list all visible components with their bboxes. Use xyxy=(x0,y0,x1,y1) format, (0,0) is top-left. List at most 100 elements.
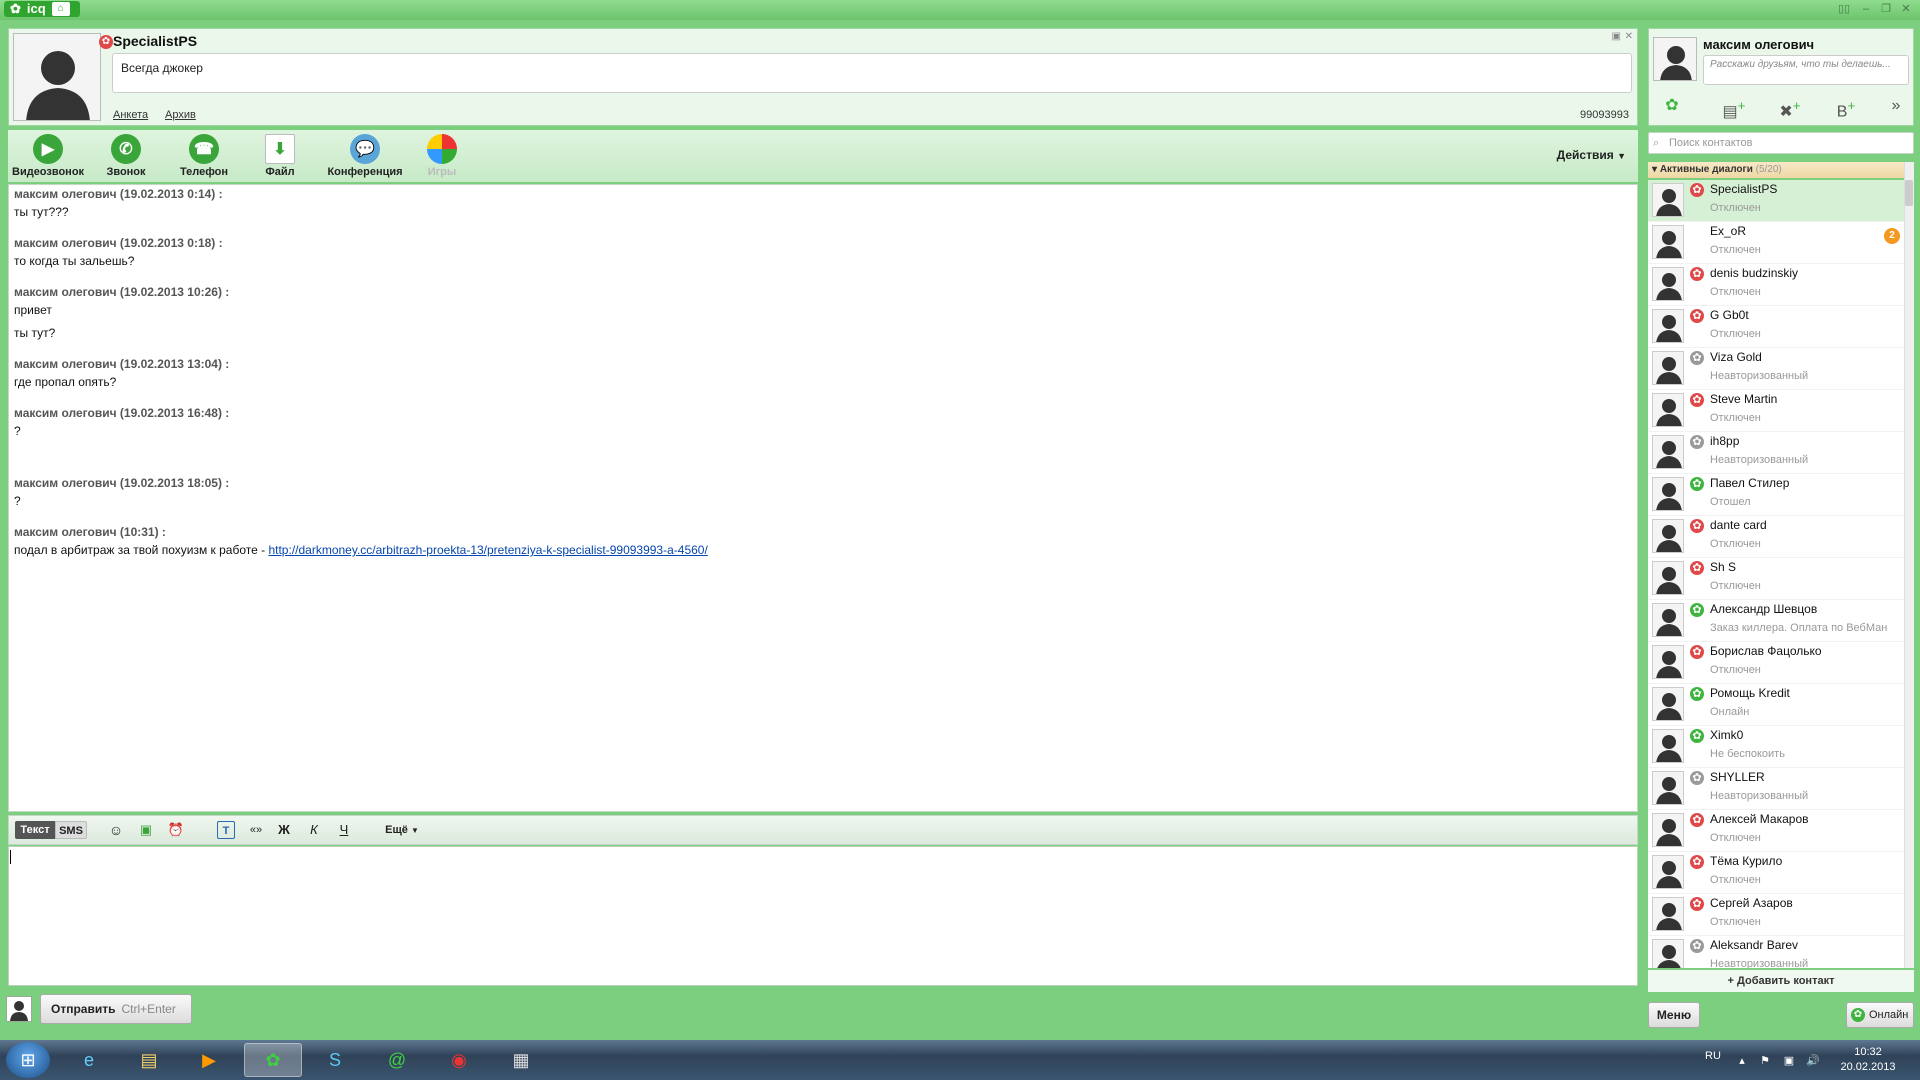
add-account-icon[interactable]: ▤+ xyxy=(1719,93,1749,120)
layout-toggle-icon[interactable]: ▯▯ xyxy=(1836,2,1852,16)
send-button[interactable]: Отправить Ctrl+Enter xyxy=(40,994,192,1024)
contact-item[interactable]: ✿ Тёма Курило Отключен xyxy=(1648,852,1904,894)
contact-item[interactable]: ✿ SHYLLER Неавторизованный xyxy=(1648,768,1904,810)
call-button[interactable]: ✆ Звонок xyxy=(90,130,162,182)
my-avatar-small[interactable] xyxy=(6,996,32,1022)
search-input[interactable]: ⌕ Поиск контактов xyxy=(1648,132,1914,154)
contact-item[interactable]: ✿ Борислав Фацолько Отключен xyxy=(1648,642,1904,684)
contact-item[interactable]: ✿ Павел Стилер Отошел xyxy=(1648,474,1904,516)
mail-agent-icon[interactable]: @ xyxy=(368,1043,426,1077)
close-icon[interactable]: ✕ xyxy=(1898,2,1914,16)
language-indicator[interactable]: RU xyxy=(1705,1050,1721,1062)
icq-taskbar-icon[interactable]: ✿ xyxy=(244,1043,302,1077)
font-color-icon[interactable]: T xyxy=(217,821,235,839)
network-icon[interactable]: ▣ xyxy=(1782,1054,1796,1068)
internet-explorer-icon[interactable]: e xyxy=(60,1043,118,1077)
bold-button[interactable]: Ж xyxy=(275,821,293,839)
contact-name: Тёма Курило xyxy=(1710,854,1783,868)
close-chat-icon[interactable]: ✕ xyxy=(1625,31,1633,42)
quote-button[interactable]: «» xyxy=(245,821,267,839)
add-vk-icon[interactable]: B+ xyxy=(1831,93,1861,120)
contact-item[interactable]: ✿ G Gb0t Отключен xyxy=(1648,306,1904,348)
group-header[interactable]: ▾ Активные диалоги (5/20) xyxy=(1648,162,1904,178)
contact-item[interactable]: ✿ Александр Шевцов Заказ киллера. Оплата п… xyxy=(1648,600,1904,642)
message-history[interactable]: максим олегович (19.02.2013 0:14) : ты т… xyxy=(8,184,1638,812)
message-author: максим олегович (19.02.2013 0:14) : xyxy=(14,187,223,201)
icq-logo-button[interactable]: ✿ icq ⌂ xyxy=(4,1,80,17)
contact-item[interactable]: ✿ Aleksandr Barev Неавторизованный xyxy=(1648,936,1904,968)
contact-item[interactable]: ✿ denis budzinskiy Отключен xyxy=(1648,264,1904,306)
file-explorer-icon[interactable]: ▤ xyxy=(120,1043,178,1077)
icq-status-icon[interactable]: ✿ xyxy=(1657,93,1687,119)
offline-status-icon: ✿ xyxy=(1690,897,1704,911)
contact-item[interactable]: ✿ Ромощь Kredit Онлайн xyxy=(1648,684,1904,726)
clock[interactable]: 10:32 20.02.2013 xyxy=(1838,1045,1898,1075)
italic-button[interactable]: К xyxy=(305,821,323,839)
contact-name: Aleksandr Barev xyxy=(1710,938,1799,952)
contact-item[interactable]: ✿ Сергей Азаров Отключен xyxy=(1648,894,1904,936)
home-icon[interactable]: ⌂ xyxy=(51,2,70,16)
contact-item[interactable]: ✿ ih8pp Неавторизованный xyxy=(1648,432,1904,474)
minimize-icon[interactable]: – xyxy=(1858,2,1874,16)
contact-status: Неавторизованный xyxy=(1710,370,1809,382)
video-call-button[interactable]: ▶ Видеозвонок xyxy=(12,130,84,182)
my-status-input[interactable]: Расскажи друзьям, что ты делаешь... xyxy=(1703,55,1909,85)
icq-flower-icon: ✿ xyxy=(10,1,21,16)
conference-button[interactable]: 💬 Конференция xyxy=(320,130,410,182)
unauth-status-icon: ✿ xyxy=(1690,351,1704,365)
media-player-icon[interactable]: ▶ xyxy=(180,1043,238,1077)
tv-sticker-icon[interactable]: ▣ xyxy=(137,821,155,839)
message-input[interactable] xyxy=(8,846,1638,986)
contact-status: Отключен xyxy=(1710,580,1761,592)
contact-list-scrollbar[interactable] xyxy=(1904,162,1914,968)
profile-link[interactable]: Анкета xyxy=(113,109,148,121)
smiley-icon[interactable]: ☺ xyxy=(107,821,125,839)
contact-name: denis budzinskiy xyxy=(1710,266,1799,280)
collapse-header-icon[interactable]: ▣ xyxy=(1612,31,1621,42)
games-globe-icon xyxy=(427,134,457,164)
contact-avatar xyxy=(1652,561,1684,595)
menu-button[interactable]: Меню xyxy=(1648,1002,1700,1028)
contact-item[interactable]: ✿ SpecialistPS Отключен xyxy=(1648,180,1904,222)
contact-avatar xyxy=(1652,267,1684,301)
action-center-flag-icon[interactable]: ⚑ xyxy=(1758,1054,1772,1068)
more-dropdown[interactable]: Ещё ▼ xyxy=(377,821,427,839)
message-link[interactable]: http://darkmoney.cc/arbitrazh-proekta-13… xyxy=(268,543,707,557)
contact-item[interactable]: ✿ Sh S Отключен xyxy=(1648,558,1904,600)
skype-icon[interactable]: S xyxy=(306,1043,364,1077)
add-contact-button[interactable]: + Добавить контакт xyxy=(1648,970,1914,992)
scrollbar-thumb[interactable] xyxy=(1905,180,1913,206)
contact-name: ih8pp xyxy=(1710,434,1740,448)
my-avatar[interactable] xyxy=(1653,37,1697,81)
tray-expand-icon[interactable]: ▴ xyxy=(1735,1054,1749,1068)
chrome-icon[interactable]: ◉ xyxy=(430,1043,488,1077)
calculator-icon[interactable]: ▦ xyxy=(492,1043,550,1077)
message-text: ? xyxy=(14,494,21,508)
contact-item[interactable]: Ex_oR Отключен 2 xyxy=(1648,222,1904,264)
games-button[interactable]: Игры xyxy=(406,130,478,182)
alarm-clock-icon[interactable]: ⏰ xyxy=(167,821,185,839)
contact-item[interactable]: ✿ Ximk0 Не беспокоить xyxy=(1648,726,1904,768)
more-chevron-icon[interactable]: » xyxy=(1881,93,1911,119)
file-button[interactable]: ⬇ Файл xyxy=(244,130,316,182)
volume-icon[interactable]: 🔊 xyxy=(1806,1054,1820,1068)
contact-item[interactable]: ✿ Viza Gold Неавторизованный xyxy=(1648,348,1904,390)
add-social-icon[interactable]: ✖+ xyxy=(1775,93,1805,120)
actions-dropdown[interactable]: Действия ▼ xyxy=(1557,148,1626,162)
archive-link[interactable]: Архив xyxy=(165,109,196,121)
message-text: ? xyxy=(14,424,21,438)
tab-sms[interactable]: SMS xyxy=(55,821,87,839)
contact-avatar[interactable] xyxy=(13,33,101,121)
tab-text[interactable]: Текст xyxy=(15,821,55,839)
offline-status-icon: ✿ xyxy=(1690,813,1704,827)
contact-item[interactable]: ✿ Алексей Макаров Отключен xyxy=(1648,810,1904,852)
telephone-button[interactable]: ☎ Телефон xyxy=(168,130,240,182)
start-button[interactable]: ⊞ xyxy=(6,1042,50,1078)
online-status-button[interactable]: ✿ Онлайн xyxy=(1846,1002,1914,1028)
contact-item[interactable]: ✿ dante card Отключен xyxy=(1648,516,1904,558)
contact-item[interactable]: ✿ Steve Martin Отключен xyxy=(1648,390,1904,432)
contact-list[interactable]: ✿ SpecialistPS Отключен Ex_oR Отключен 2 ✿ deni… xyxy=(1648,180,1904,968)
chevron-down-icon: ▼ xyxy=(1617,151,1626,161)
underline-button[interactable]: Ч xyxy=(335,821,353,839)
restore-icon[interactable]: ❐ xyxy=(1878,2,1894,16)
